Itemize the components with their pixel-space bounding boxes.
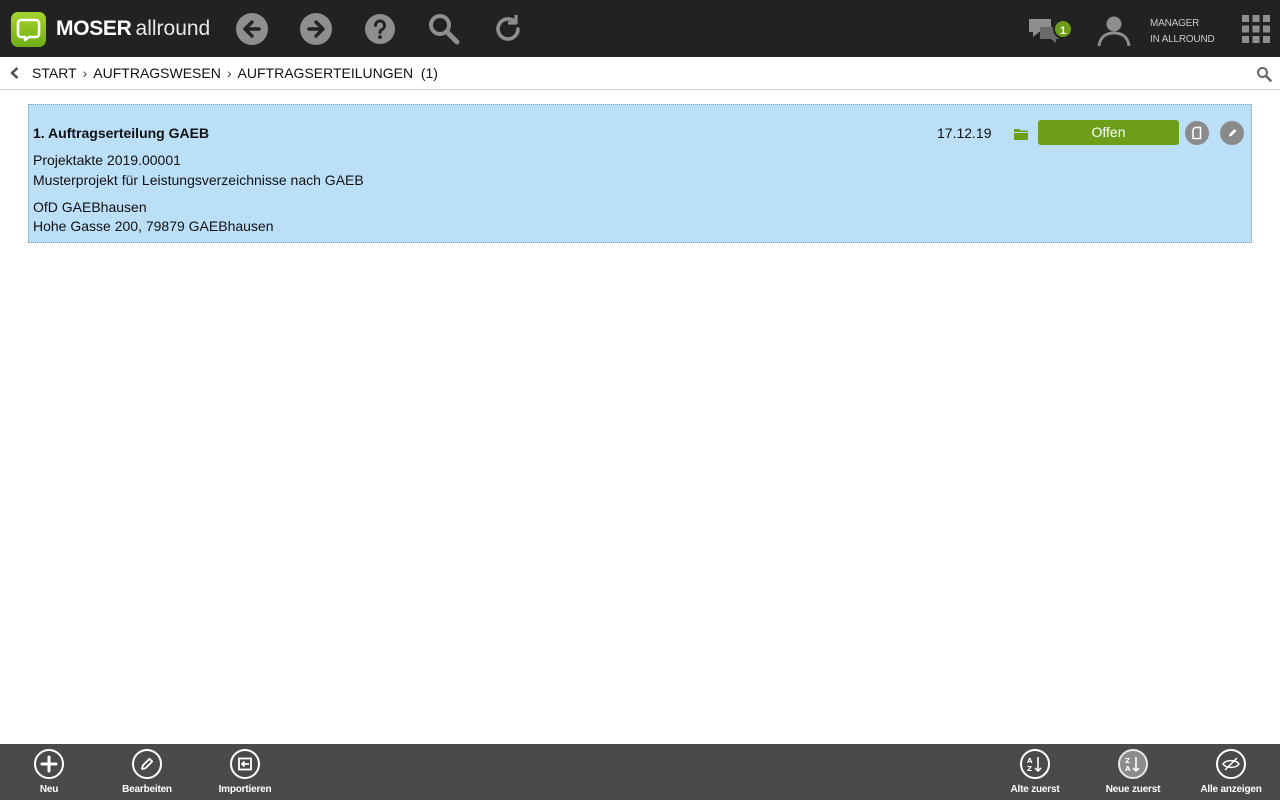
bottom-toolbar: Neu Bearbeiten Importieren A Z Alte zuer… [0, 744, 1280, 800]
record-project: Projektakte 2019.00001 [33, 152, 181, 168]
svg-text:Z: Z [1125, 757, 1130, 765]
import-button[interactable]: Importieren [215, 744, 275, 800]
edit-button[interactable]: Bearbeiten [117, 744, 177, 800]
breadcrumb-back-button[interactable] [8, 66, 22, 80]
record-date: 17.12.19 [937, 125, 992, 141]
chevron-left-icon [10, 67, 19, 79]
breadcrumb-separator: › [82, 65, 88, 81]
edit-label: Bearbeiten [122, 784, 172, 795]
show-all-button[interactable]: Alle anzeigen [1196, 744, 1266, 800]
status-badge[interactable]: Offen [1038, 120, 1179, 145]
eye-slash-icon [1216, 749, 1246, 779]
new-button[interactable]: Neu [24, 744, 74, 800]
list-search-button[interactable] [1256, 66, 1272, 82]
plus-icon [34, 749, 64, 779]
record-title: 1. Auftragserteilung GAEB [33, 125, 210, 141]
folder-icon[interactable] [1014, 127, 1028, 140]
search-button[interactable] [427, 12, 461, 46]
breadcrumb-separator: › [226, 65, 232, 81]
svg-text:Z: Z [1027, 765, 1032, 773]
record-client-address: Hohe Gasse 200, 79879 GAEBhausen [33, 218, 274, 234]
app-title: MOSER allround [56, 17, 210, 41]
sort-descending-icon: Z A [1118, 749, 1148, 779]
help-icon [365, 14, 395, 44]
sort-old-first-label: Alte zuerst [1010, 784, 1060, 795]
sort-new-first-label: Neue zuerst [1105, 784, 1161, 795]
brand-light: allround [135, 17, 211, 40]
app-menu-button[interactable] [1241, 14, 1271, 44]
refresh-button[interactable] [491, 12, 525, 46]
pencil-icon [132, 749, 162, 779]
sort-ascending-icon: A Z [1020, 749, 1050, 779]
back-button[interactable] [235, 12, 269, 46]
pencil-icon [1229, 129, 1237, 137]
search-icon [1257, 67, 1272, 82]
help-button[interactable] [363, 12, 397, 46]
breadcrumb-auftragserteilungen[interactable]: AUFTRAGSERTEILUNGEN [238, 65, 414, 81]
show-all-label: Alle anzeigen [1200, 784, 1262, 795]
brand-bold: MOSER [56, 17, 132, 40]
edit-record-button[interactable] [1220, 121, 1244, 145]
breadcrumb-auftragswesen[interactable]: AUFTRAGSWESEN [93, 65, 221, 81]
chat-bubble-logo-icon [16, 18, 41, 42]
record-client-name: OfD GAEBhausen [33, 199, 147, 215]
list-item[interactable]: 1. Auftragserteilung GAEB 17.12.19 Offen… [28, 104, 1252, 243]
user-company: IN ALLROUND [1150, 34, 1215, 45]
user-icon [1097, 16, 1131, 47]
import-label: Importieren [218, 784, 272, 795]
user-role: MANAGER [1150, 18, 1200, 29]
top-bar: MOSER allround 1 MANAGER IN ALLROUND [0, 0, 1280, 57]
svg-text:A: A [1125, 765, 1131, 773]
breadcrumb-start[interactable]: START [32, 65, 77, 81]
breadcrumb-count: (1) [420, 65, 438, 81]
message-count-badge: 1 [1053, 19, 1073, 39]
forward-icon [300, 13, 332, 45]
sort-new-first-button[interactable]: Z A Neue zuerst [1103, 744, 1163, 800]
document-icon [1192, 126, 1202, 140]
search-icon [429, 14, 460, 45]
copy-button[interactable] [1185, 121, 1209, 145]
refresh-icon [496, 15, 520, 41]
user-menu-button[interactable] [1096, 12, 1132, 48]
record-project-description: Musterprojekt für Leistungsverzeichnisse… [33, 172, 364, 188]
breadcrumb-bar: START › AUFTRAGSWESEN › AUFTRAGSERTEILUNGEN … [0, 57, 1280, 90]
sort-old-first-button[interactable]: A Z Alte zuerst [1005, 744, 1065, 800]
user-info[interactable]: MANAGER IN ALLROUND [1150, 16, 1215, 48]
breadcrumb: START › AUFTRAGSWESEN › AUFTRAGSERTEILUNGEN … [32, 65, 438, 81]
svg-text:A: A [1027, 757, 1033, 765]
apps-grid-icon [1242, 15, 1270, 43]
back-icon [236, 13, 268, 45]
new-label: Neu [39, 784, 59, 795]
forward-button[interactable] [299, 12, 333, 46]
app-logo[interactable] [11, 12, 46, 47]
import-icon [230, 749, 260, 779]
